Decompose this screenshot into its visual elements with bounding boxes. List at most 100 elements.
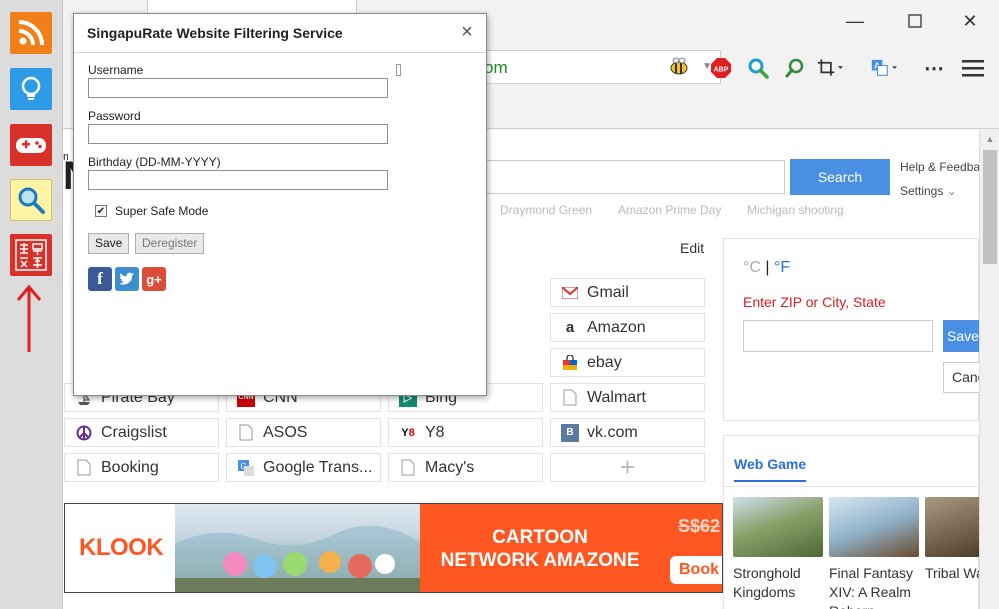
menu-icon[interactable]	[960, 55, 986, 81]
extension-sidebar	[0, 0, 63, 609]
scroll-up-icon[interactable]: ▲	[980, 130, 999, 148]
window-close-icon[interactable]: ✕	[956, 8, 984, 34]
birthday-field[interactable]	[88, 170, 388, 190]
ad-headline-line: NETWORK AMAZONE	[440, 550, 640, 571]
trend-link[interactable]: Draymond Green	[500, 203, 592, 217]
adblock-icon[interactable]: ABP	[708, 55, 734, 81]
game-thumbnail	[733, 497, 823, 557]
tile-asos[interactable]: ASOS	[226, 418, 381, 447]
tile-booking[interactable]: Booking	[64, 453, 219, 482]
location-input[interactable]	[743, 320, 933, 352]
search-zoom-icon[interactable]	[745, 55, 771, 81]
location-prompt: Enter ZIP or City, State	[743, 294, 886, 310]
lightbulb-icon[interactable]	[10, 68, 52, 110]
page-icon	[75, 459, 93, 477]
dialog-title: SingapuRate Website Filtering Service	[87, 25, 343, 41]
game-card[interactable]: Final Fantasy XIV: A Realm Reborn	[829, 497, 919, 609]
rss-icon[interactable]	[10, 12, 52, 54]
ad-book-button[interactable]: Book	[670, 556, 722, 584]
tile-label: Macy's	[425, 458, 475, 476]
amazon-icon: a	[565, 319, 575, 336]
tile-amazon[interactable]: a Amazon	[550, 313, 705, 342]
divider	[74, 52, 486, 53]
ebay-icon	[561, 354, 579, 372]
edit-link[interactable]: Edit	[680, 240, 704, 256]
search-button[interactable]: Search	[790, 159, 890, 195]
close-icon[interactable]: ×	[456, 21, 478, 43]
google-plus-icon[interactable]: g+	[142, 267, 166, 291]
password-label: Password	[88, 109, 141, 123]
trend-link[interactable]: Amazon Prime Day	[618, 203, 721, 217]
tile-walmart[interactable]: Walmart	[550, 383, 705, 412]
username-field[interactable]	[88, 78, 388, 98]
deregister-button[interactable]: Deregister	[135, 233, 205, 254]
resize-handle[interactable]	[396, 64, 401, 76]
tile-label: Walmart	[587, 388, 646, 406]
temperature-units: °C | °F	[743, 259, 790, 277]
ad-promo: CARTOON NETWORK AMAZONE S$62 Book	[420, 504, 722, 592]
tile-vk[interactable]: B vk.com	[550, 418, 705, 447]
tile-label: Y8	[425, 423, 445, 441]
help-feedback-link[interactable]: Help & Feedback	[900, 160, 979, 174]
translate-icon[interactable]: A	[871, 55, 897, 81]
add-tile-button[interactable]: +	[550, 453, 705, 482]
username-label: Username	[88, 63, 144, 77]
magnifier-icon[interactable]	[10, 179, 52, 221]
tile-label: Craigslist	[101, 423, 167, 441]
facebook-icon[interactable]: f	[88, 267, 112, 291]
web-game-widget: Web Game Stronghold Kingdoms Final Fanta…	[723, 435, 979, 609]
scrollbar[interactable]: ▲	[979, 130, 999, 609]
minimize-icon[interactable]: —	[841, 8, 869, 34]
password-field[interactable]	[88, 124, 388, 144]
trend-link[interactable]: Michigan shooting	[747, 203, 844, 217]
weather-cancel-button[interactable]: Cancel	[943, 362, 979, 393]
tile-label: vk.com	[587, 423, 638, 441]
gamepad-icon[interactable]	[10, 124, 52, 166]
svg-text:ABP: ABP	[714, 67, 729, 74]
gmail-icon	[561, 284, 579, 302]
seal-icon[interactable]	[10, 234, 52, 276]
settings-link[interactable]: Settings ⌄	[900, 184, 957, 198]
birthday-label: Birthday (DD-MM-YYYY)	[88, 155, 221, 169]
fahrenheit-toggle[interactable]: °F	[774, 259, 790, 276]
tile-label: Gmail	[587, 283, 629, 301]
bee-icon[interactable]	[668, 57, 690, 80]
ad-logo: KLOOK	[79, 534, 164, 561]
page-icon	[561, 389, 579, 407]
divider	[724, 486, 978, 487]
browser-tab[interactable]	[147, 0, 357, 14]
save-button[interactable]: Save	[88, 233, 130, 254]
twitter-icon[interactable]	[115, 267, 139, 291]
page-icon	[237, 424, 255, 442]
unit-separator: |	[765, 259, 770, 276]
search-input[interactable]	[483, 160, 785, 194]
game-card[interactable]: Tribal Wars	[925, 497, 979, 583]
crop-icon[interactable]	[817, 55, 843, 81]
tab-web-game[interactable]: Web Game	[734, 456, 807, 482]
y8-icon: Y8	[401, 426, 415, 439]
ad-banner[interactable]: KLOOK CARTOON NETWORK AMAZONE S$62 Book	[64, 503, 723, 593]
tile-google-translate[interactable]: G Google Trans...	[226, 453, 381, 482]
game-name: Final Fantasy XIV: A Realm Reborn	[829, 565, 914, 609]
tile-y8[interactable]: Y8 Y8	[388, 418, 543, 447]
more-icon[interactable]: ⋯	[921, 55, 947, 81]
refresh-search-icon[interactable]	[782, 55, 808, 81]
page-icon	[399, 459, 417, 477]
tile-gmail[interactable]: Gmail	[550, 278, 705, 307]
scroll-thumb[interactable]	[983, 150, 997, 264]
super-safe-checkbox[interactable]: ✔	[95, 205, 107, 217]
logo-fragment-large: N	[63, 154, 73, 199]
maximize-icon[interactable]	[901, 8, 929, 34]
vk-icon: B	[561, 423, 579, 442]
game-name: Tribal Wars	[925, 565, 979, 581]
weather-save-button[interactable]: Save	[943, 320, 979, 352]
tile-macys[interactable]: Macy's	[388, 453, 543, 482]
tile-label: ASOS	[263, 423, 308, 441]
tile-label: ebay	[587, 353, 622, 371]
game-card[interactable]: Stronghold Kingdoms	[733, 497, 823, 602]
celsius-toggle[interactable]: °C	[743, 259, 761, 276]
ad-image	[175, 504, 420, 592]
tile-craigslist[interactable]: Craigslist	[64, 418, 219, 447]
tile-ebay[interactable]: ebay	[550, 348, 705, 377]
super-safe-label: Super Safe Mode	[115, 204, 209, 218]
